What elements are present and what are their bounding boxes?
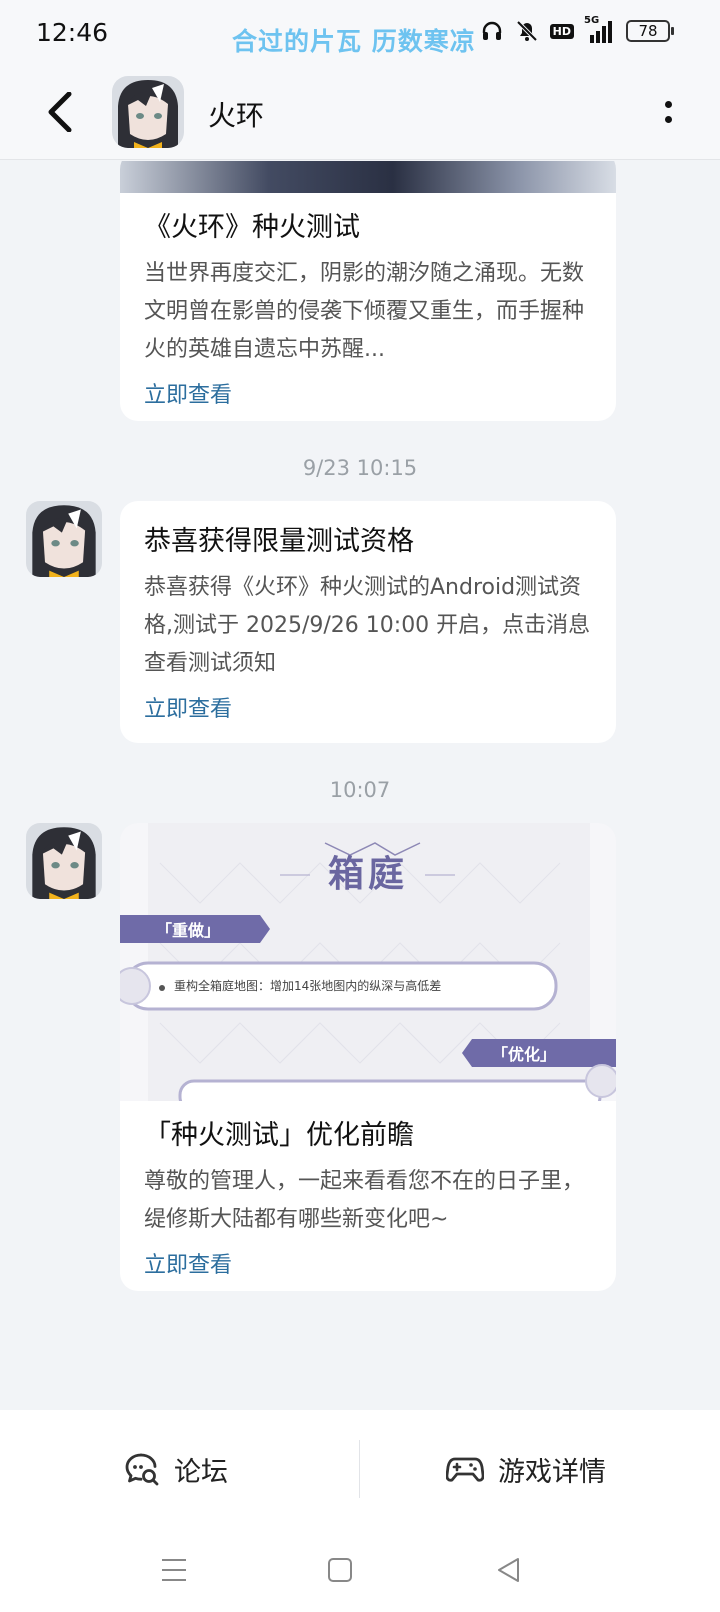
sender-avatar[interactable] [26,823,102,899]
card-body: 尊敬的管理人，一起来看看您不在的日子里，缇修斯大陆都有哪些新变化吧~ [144,1169,585,1232]
status-lyric: 合过的片瓦 历数寒凉 [232,27,476,56]
message-timestamp: 9/23 10:15 [302,456,418,480]
home-nav-button[interactable] [316,1548,364,1592]
view-now-link[interactable]: 立即查看 [144,1249,232,1283]
more-dot [664,101,672,108]
bottom-tab-bar: 论坛 游戏详情 [0,1410,720,1528]
headphones-icon [482,21,501,40]
forum-label: 论坛 [174,1456,228,1488]
card-title: 「种火测试」优化前瞻 [144,1120,414,1151]
game-details-button[interactable]: 游戏详情 [446,1440,606,1498]
gamepad-icon [446,1457,484,1482]
card-title: 《火环》种火测试 [144,212,360,243]
character-portrait-icon [112,76,184,148]
game-avatar[interactable] [112,76,184,148]
promo-tag-right: 「优化」 [492,1045,557,1064]
message-card[interactable]: 恭喜获得限量测试资格 恭喜获得《火环》种火测试的Android测试资格,测试于 … [120,501,616,743]
status-bar: 12:46 合过的片瓦 历数寒凉 HD 5G 78 [0,0,720,64]
screen: 12:46 合过的片瓦 历数寒凉 HD 5G 78 火环 《火环》种火测试 当世… [0,0,720,1612]
card-body: 当世界再度交汇，阴影的潮汐随之涌现。无数文明曾在影兽的侵袭下倾覆又重生，而手握种… [144,261,585,362]
menu-icon [162,1559,186,1581]
promo-heading: 箱庭 [327,853,408,895]
view-now-link[interactable]: 立即查看 [144,379,232,413]
tab-divider [359,1440,360,1498]
card-body: 恭喜获得《火环》种火测试的Android测试资格,测试于 2025/9/26 1… [144,575,591,676]
signal-indicator: 5G [584,15,616,43]
page-title: 火环 [208,99,265,132]
signal-icon [590,21,612,43]
card-title: 恭喜获得限量测试资格 [144,526,414,557]
promo-item-text: 重构全箱庭地图：增加14张地图内的纵深与高低差 [174,979,442,993]
more-options-button[interactable] [656,94,680,130]
promo-image[interactable]: 箱庭 「重做」 重构全箱庭地图：增加14张地图内的纵深与高低差 「优化」 [120,823,616,1101]
message-card[interactable]: 《火环》种火测试 当世界再度交汇，阴影的潮汐随之涌现。无数文明曾在影兽的侵袭下倾… [120,161,616,421]
card-image [120,161,616,193]
back-button[interactable] [36,88,84,136]
more-dot [664,116,672,123]
status-icons: HD 5G 78 [480,15,674,44]
game-details-label: 游戏详情 [498,1456,606,1488]
battery-indicator: 78 [626,20,674,42]
hd-badge: HD [549,23,574,39]
view-now-link[interactable]: 立即查看 [144,693,232,727]
back-nav-button[interactable] [484,1548,532,1592]
sender-avatar[interactable] [26,501,102,577]
system-nav-bar [0,1528,720,1612]
message-timestamp: 10:07 [329,778,391,802]
forum-button[interactable]: 论坛 [124,1440,228,1498]
home-square-icon [328,1558,352,1582]
chat-search-icon [125,1453,159,1486]
app-header: 火环 [0,64,720,160]
menu-nav-button[interactable] [150,1548,198,1592]
promo-tag-left: 「重做」 [156,921,221,940]
character-portrait-icon [26,823,102,899]
bell-muted-icon [516,20,538,42]
back-triangle-icon [498,1558,519,1582]
message-feed[interactable]: 《火环》种火测试 当世界再度交汇，阴影的潮汐随之涌现。无数文明曾在影兽的侵袭下倾… [0,161,720,1411]
message-card[interactable]: 箱庭 「重做」 重构全箱庭地图：增加14张地图内的纵深与高低差 「优化」 「种火… [120,823,616,1291]
chevron-left-icon [48,92,72,132]
status-time: 12:46 [36,18,109,47]
character-portrait-icon [26,501,102,577]
